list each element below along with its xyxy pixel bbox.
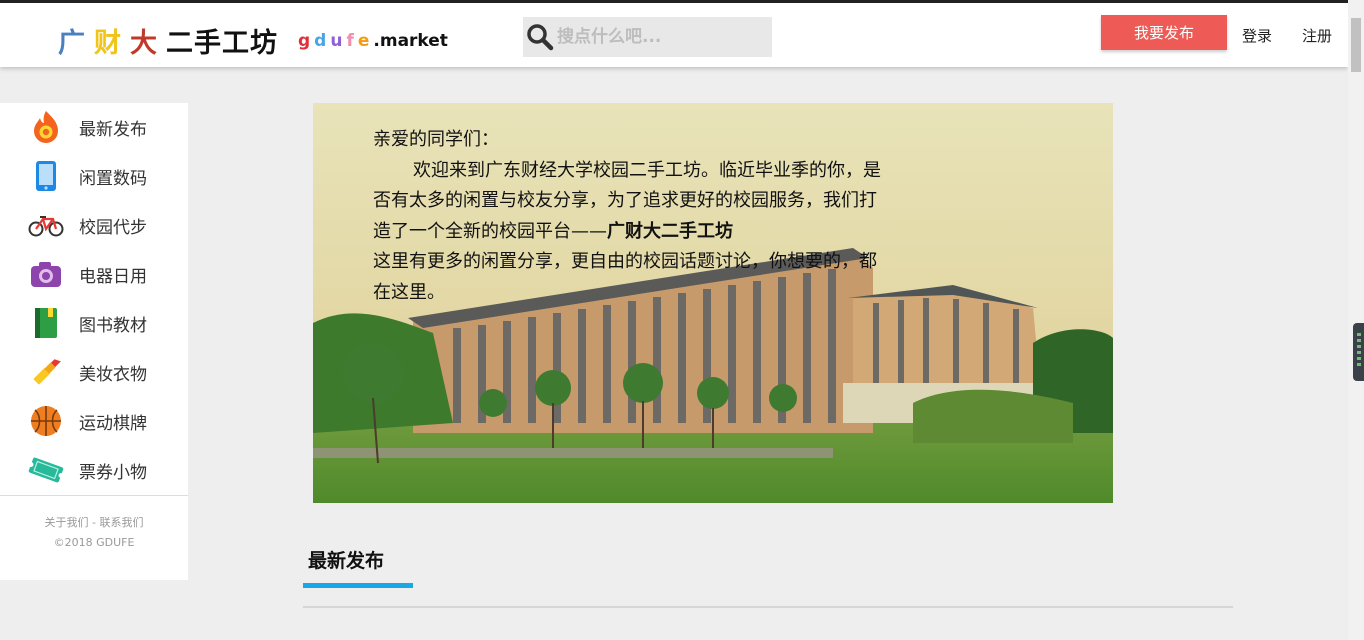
domain-letter-g: g [298, 31, 311, 51]
camera-icon [28, 256, 64, 292]
domain-letter-e: e [357, 31, 370, 51]
page-scrollbar[interactable] [1348, 0, 1364, 640]
book-icon [28, 305, 64, 341]
sidebar-item-books[interactable]: 图书教材 [0, 299, 188, 348]
sidebar-footer-links[interactable]: 关于我们 - 联系我们 [0, 514, 188, 530]
site-logo[interactable]: 广 财 大 二手工坊 [58, 21, 278, 60]
sidebar-item-latest[interactable]: 最新发布 [0, 103, 188, 152]
login-link[interactable]: 登录 [1242, 25, 1272, 46]
search-icon[interactable] [525, 19, 555, 55]
sidebar-item-label: 电器日用 [79, 267, 147, 287]
section-title: 最新发布 [308, 550, 385, 572]
sidebar-item-digital[interactable]: 闲置数码 [0, 152, 188, 201]
sidebar-item-label: 运动棋牌 [79, 414, 147, 434]
publish-button[interactable]: 我要发布 [1101, 15, 1227, 50]
fire-icon [28, 109, 64, 145]
register-link[interactable]: 注册 [1302, 25, 1332, 46]
logo-char-3: 大 [130, 28, 158, 59]
ticket-icon [28, 452, 64, 488]
domain-letter-d: d [314, 31, 327, 51]
sidebar-item-appliances[interactable]: 电器日用 [0, 250, 188, 299]
category-sidebar: 最新发布 闲置数码 校园代步 电器日用 图书教材 美妆衣物 运动棋牌 票券小物 … [0, 103, 188, 580]
lipstick-icon [28, 354, 64, 390]
site-domain: g d u f e .market [298, 31, 448, 51]
search-box [523, 17, 772, 57]
sidebar-item-tickets[interactable]: 票券小物 [0, 446, 188, 495]
welcome-platform-name: 广财大二手工坊 [607, 220, 733, 242]
domain-letter-f: f [346, 31, 354, 51]
sidebar-item-label: 最新发布 [79, 120, 147, 140]
welcome-greeting: 亲爱的同学们： [373, 129, 499, 150]
bicycle-icon [28, 207, 64, 243]
sidebar-item-transport[interactable]: 校园代步 [0, 201, 188, 250]
sidebar-item-beauty[interactable]: 美妆衣物 [0, 348, 188, 397]
welcome-paragraph: 欢迎来到广东财经大学校园二手工坊。临近毕业季的你，是否有太多的闲置与校友分享，为… [373, 156, 893, 248]
section-divider [303, 606, 1233, 608]
floating-side-widget[interactable] [1353, 323, 1364, 381]
domain-letter-u: u [330, 31, 343, 51]
section-title-underline [303, 583, 413, 588]
phone-icon [28, 158, 64, 194]
basketball-icon [28, 403, 64, 439]
search-input[interactable] [555, 19, 765, 55]
scrollbar-thumb[interactable] [1351, 18, 1361, 72]
sidebar-item-label: 图书教材 [79, 316, 147, 336]
sidebar-item-sports[interactable]: 运动棋牌 [0, 397, 188, 446]
copyright-text: ©2018 GDUFE [53, 536, 135, 549]
sidebar-item-label: 票券小物 [79, 463, 147, 483]
logo-char-2: 财 [94, 28, 122, 59]
welcome-banner: 亲爱的同学们： 欢迎来到广东财经大学校园二手工坊。临近毕业季的你，是否有太多的闲… [313, 103, 1113, 503]
welcome-message: 亲爱的同学们： 欢迎来到广东财经大学校园二手工坊。临近毕业季的你，是否有太多的闲… [373, 125, 893, 308]
logo-char-4: 二手工坊 [166, 28, 278, 59]
site-header: 广 财 大 二手工坊 g d u f e .market 我要发布 登录 注册 [0, 3, 1348, 67]
sidebar-item-label: 美妆衣物 [79, 365, 147, 385]
welcome-paragraph-tail: 这里有更多的闲置分享，更自由的校园话题讨论，你想要的，都在这里。 [373, 251, 877, 303]
sidebar-item-label: 校园代步 [79, 218, 147, 238]
sidebar-divider [0, 495, 188, 496]
domain-suffix: .market [373, 31, 448, 51]
sidebar-item-label: 闲置数码 [79, 169, 147, 189]
logo-char-1: 广 [58, 28, 86, 59]
